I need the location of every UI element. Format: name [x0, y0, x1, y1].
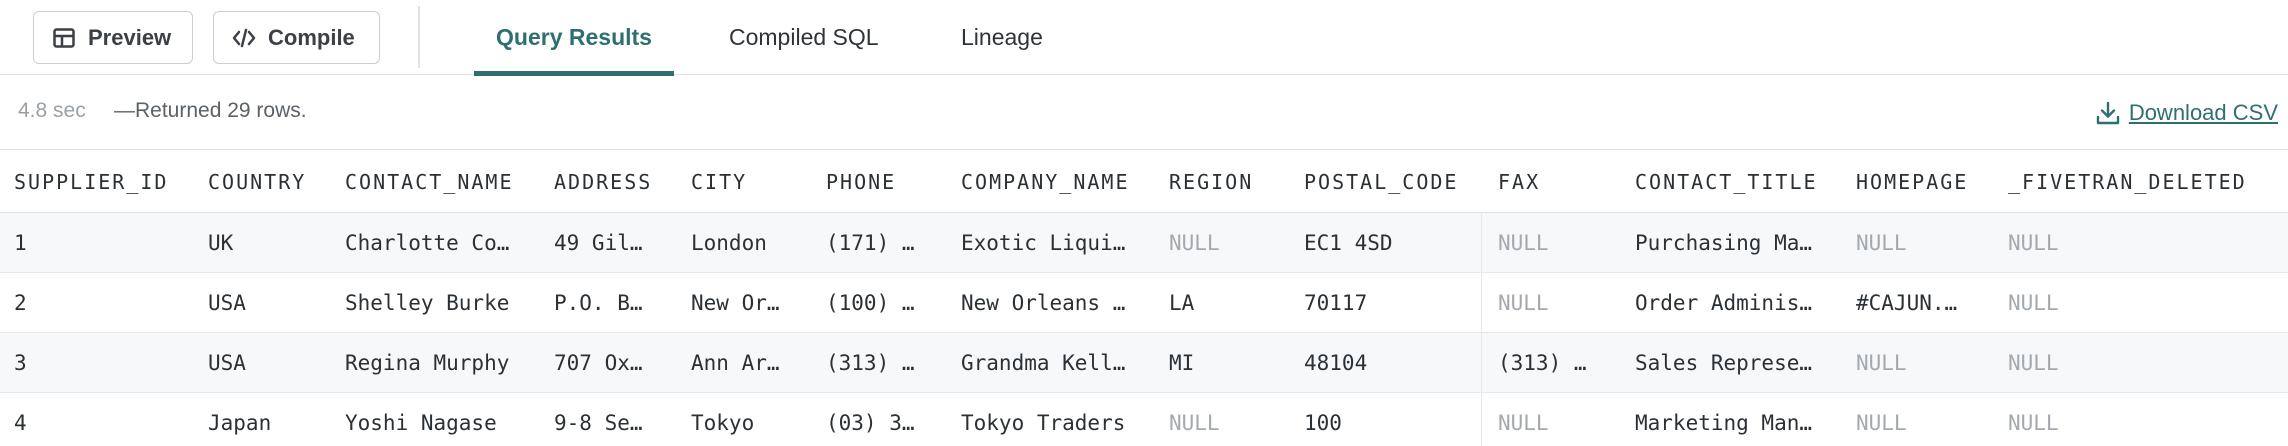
column-header-homepage[interactable]: HOMEPAGE — [1842, 151, 1994, 212]
table-cell[interactable]: Japan — [194, 393, 331, 446]
table-cell[interactable]: NULL — [1484, 213, 1621, 272]
table-cell[interactable]: 1 — [0, 213, 194, 272]
table-cell[interactable]: Sales Represe… — [1621, 333, 1842, 392]
download-csv-link[interactable]: Download CSV — [2095, 100, 2278, 126]
table-cell[interactable]: Ann Ar… — [677, 333, 812, 392]
table-header-row: SUPPLIER_ID COUNTRY CONTACT_NAME ADDRESS CIT… — [0, 151, 2288, 213]
table-cell[interactable]: NULL — [1842, 333, 1994, 392]
table-cell[interactable]: New Orleans … — [947, 273, 1155, 332]
table-cell[interactable]: (03) 3… — [812, 393, 947, 446]
table-cell[interactable]: 70117 — [1290, 273, 1484, 332]
results-table: SUPPLIER_ID COUNTRY CONTACT_NAME ADDRESS CIT… — [0, 151, 2288, 446]
table-cell[interactable]: NULL — [1994, 273, 2288, 332]
table-cell[interactable]: EC1 4SD — [1290, 213, 1484, 272]
table-cell[interactable]: Marketing Man… — [1621, 393, 1842, 446]
tab-compiled-sql[interactable]: Compiled SQL — [729, 0, 879, 75]
table-row: 4 Japan Yoshi Nagase 9-8 Se… Tokyo (03) 3… Tok… — [0, 393, 2288, 446]
table-cell[interactable]: Regina Murphy — [331, 333, 540, 392]
preview-label: Preview — [88, 24, 172, 50]
table-cell[interactable]: (100) … — [812, 273, 947, 332]
table-row: 2 USA Shelley Burke P.O. B… New Or… (100) … Ne… — [0, 273, 2288, 333]
table-cell[interactable]: (313) … — [1484, 333, 1621, 392]
compile-label: Compile — [268, 24, 355, 50]
column-header-phone[interactable]: PHONE — [812, 151, 947, 212]
table-cell[interactable]: London — [677, 213, 812, 272]
tab-query-results[interactable]: Query Results — [474, 0, 674, 76]
column-header-city[interactable]: CITY — [677, 151, 812, 212]
column-header-postal-code[interactable]: POSTAL_CODE — [1290, 151, 1484, 212]
table-cell[interactable]: Order Adminis… — [1621, 273, 1842, 332]
table-row: 1 UK Charlotte Co… 49 Gil… London (171) … Exot… — [0, 213, 2288, 273]
table-cell[interactable]: (313) … — [812, 333, 947, 392]
table-cell[interactable]: Tokyo — [677, 393, 812, 446]
column-header-company-name[interactable]: COMPANY_NAME — [947, 151, 1155, 212]
table-cell[interactable]: NULL — [1842, 393, 1994, 446]
table-cell[interactable]: USA — [194, 333, 331, 392]
table-cell[interactable]: Charlotte Co… — [331, 213, 540, 272]
column-header-fivetran-deleted[interactable]: _FIVETRAN_DELETED — [1994, 151, 2288, 212]
table-cell[interactable]: 3 — [0, 333, 194, 392]
column-header-contact-title[interactable]: CONTACT_TITLE — [1621, 151, 1842, 212]
table-cell[interactable]: Tokyo Traders — [947, 393, 1155, 446]
table-cell[interactable]: LA — [1155, 273, 1290, 332]
column-header-supplier-id[interactable]: SUPPLIER_ID — [0, 151, 194, 212]
elapsed-time: 4.8 sec — [18, 99, 86, 122]
results-toolbar: Preview Compile Query Results Compiled S… — [0, 0, 2288, 76]
results-status-bar: 4.8 sec —Returned 29 rows. Download CSV — [0, 76, 2288, 150]
table-cell[interactable]: NULL — [1484, 273, 1621, 332]
table-cell[interactable]: (171) … — [812, 213, 947, 272]
tab-lineage[interactable]: Lineage — [961, 0, 1043, 75]
compile-button[interactable]: Compile — [213, 11, 380, 64]
table-cell[interactable]: Exotic Liqui… — [947, 213, 1155, 272]
download-csv-label: Download CSV — [2128, 100, 2278, 125]
table-cell[interactable]: 2 — [0, 273, 194, 332]
download-icon — [2095, 100, 2121, 126]
table-cell[interactable]: 4 — [0, 393, 194, 446]
table-cell[interactable]: 9-8 Se… — [540, 393, 677, 446]
table-cell[interactable]: NULL — [1155, 393, 1290, 446]
table-cell[interactable]: NULL — [1842, 213, 1994, 272]
table-cell[interactable]: Shelley Burke — [331, 273, 540, 332]
table-cell[interactable]: USA — [194, 273, 331, 332]
table-cell[interactable]: New Or… — [677, 273, 812, 332]
table-row: 3 USA Regina Murphy 707 Ox… Ann Ar… (313) … Gr… — [0, 333, 2288, 393]
toolbar-divider — [418, 6, 420, 68]
table-cell[interactable]: Yoshi Nagase — [331, 393, 540, 446]
table-cell[interactable]: Grandma Kell… — [947, 333, 1155, 392]
table-cell[interactable]: Purchasing Ma… — [1621, 213, 1842, 272]
table-cell[interactable]: NULL — [1484, 393, 1621, 446]
table-cell[interactable]: P.O. B… — [540, 273, 677, 332]
table-cell[interactable]: NULL — [1994, 333, 2288, 392]
table-cell[interactable]: #CAJUN.… — [1842, 273, 1994, 332]
column-header-region[interactable]: REGION — [1155, 151, 1290, 212]
table-body: 1 UK Charlotte Co… 49 Gil… London (171) … Exot… — [0, 213, 2288, 446]
preview-button[interactable]: Preview — [33, 11, 193, 64]
table-cell[interactable]: 707 Ox… — [540, 333, 677, 392]
column-header-country[interactable]: COUNTRY — [194, 151, 331, 212]
table-cell[interactable]: MI — [1155, 333, 1290, 392]
column-header-contact-name[interactable]: CONTACT_NAME — [331, 151, 540, 212]
table-cell[interactable]: 48104 — [1290, 333, 1484, 392]
table-cell[interactable]: UK — [194, 213, 331, 272]
column-divider — [1481, 213, 1482, 446]
column-header-address[interactable]: ADDRESS — [540, 151, 677, 212]
rows-returned-message: —Returned 29 rows. — [114, 99, 307, 122]
table-cell[interactable]: NULL — [1994, 213, 2288, 272]
table-cell[interactable]: 49 Gil… — [540, 213, 677, 272]
code-icon — [232, 26, 256, 50]
table-cell[interactable]: NULL — [1155, 213, 1290, 272]
column-header-fax[interactable]: FAX — [1484, 151, 1621, 212]
table-icon — [52, 26, 76, 50]
table-cell[interactable]: 100 — [1290, 393, 1484, 446]
table-cell[interactable]: NULL — [1994, 393, 2288, 446]
